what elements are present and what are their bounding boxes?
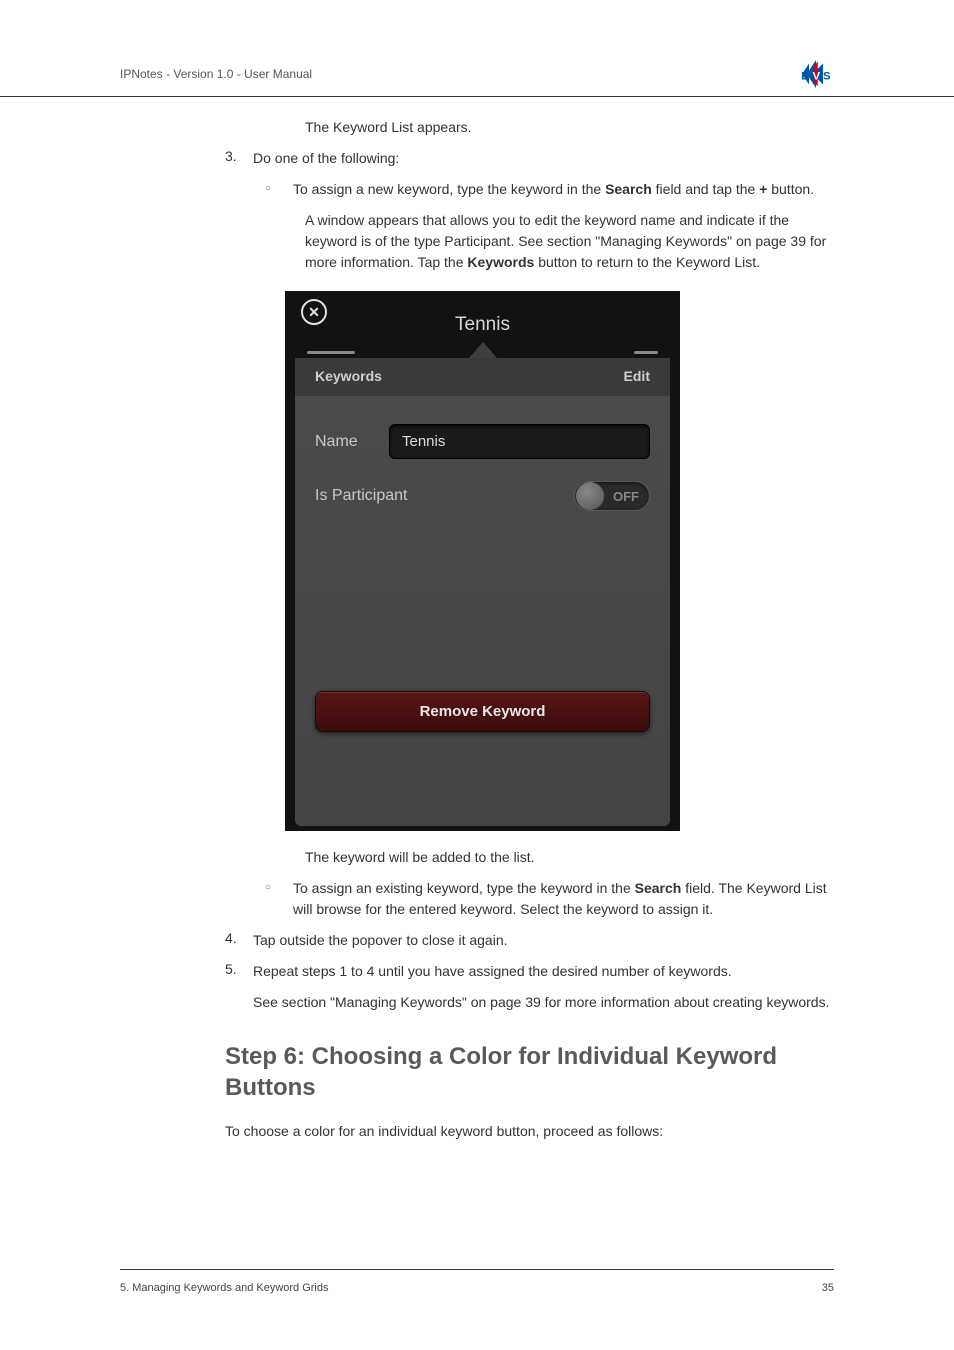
step-4: 4. Tap outside the popover to close it a… <box>225 930 834 951</box>
step-text: Tap outside the popover to close it agai… <box>253 930 834 951</box>
header-product: IPNotes - Version 1.0 - User Manual <box>120 67 312 81</box>
intro-text: The Keyword List appears. <box>305 117 834 138</box>
page-header: IPNotes - Version 1.0 - User Manual E V … <box>0 0 954 97</box>
bullet-marker: ○ <box>265 179 293 200</box>
name-input[interactable]: Tennis <box>389 424 650 459</box>
footer-page: 35 <box>822 1282 834 1294</box>
footer-section: 5. Managing Keywords and Keyword Grids <box>120 1282 329 1294</box>
step-text: Do one of the following: <box>253 148 834 169</box>
step-3: 3. Do one of the following: <box>225 148 834 169</box>
toggle-knob <box>576 482 604 510</box>
step3-after-img: The keyword will be added to the list. <box>305 847 834 868</box>
step6-intro: To choose a color for an individual keyw… <box>225 1121 834 1142</box>
tab-bar: Keywords Edit <box>295 358 670 396</box>
participant-row: Is Participant OFF <box>315 481 650 511</box>
svg-text:V: V <box>813 70 821 82</box>
step6-heading: Step 6: Choosing a Color for Individual … <box>225 1041 834 1103</box>
step-text: Repeat steps 1 to 4 until you have assig… <box>253 961 834 982</box>
popover-title: Tennis <box>290 296 675 338</box>
participant-label: Is Participant <box>315 487 407 505</box>
evs-logo-icon: E V S <box>798 60 834 88</box>
keyword-popover: ✕ Tennis Keywords Edit Name Tennis Is Pa… <box>285 291 680 831</box>
remove-keyword-button[interactable]: Remove Keyword <box>315 691 650 732</box>
step3-bullet1: ○ To assign a new keyword, type the keyw… <box>265 179 834 200</box>
edit-panel: Name Tennis Is Participant OFF Remove Ke… <box>295 396 670 826</box>
step3-para2: A window appears that allows you to edit… <box>305 210 834 273</box>
step3-bullet2: ○ To assign an existing keyword, type th… <box>265 878 834 920</box>
popover-screenshot: ✕ Tennis Keywords Edit Name Tennis Is Pa… <box>285 291 834 831</box>
main-content: The Keyword List appears. 3. Do one of t… <box>0 117 954 1142</box>
tab-edit[interactable]: Edit <box>616 358 658 396</box>
svg-text:S: S <box>823 70 831 82</box>
step5-after: See section "Managing Keywords" on page … <box>253 992 834 1013</box>
svg-text:E: E <box>801 70 809 82</box>
step-num: 4. <box>225 930 253 951</box>
name-label: Name <box>315 433 389 451</box>
name-field-row: Name Tennis <box>315 424 650 459</box>
bullet-marker: ○ <box>265 878 293 920</box>
page-footer: 5. Managing Keywords and Keyword Grids 3… <box>120 1269 834 1294</box>
step-5: 5. Repeat steps 1 to 4 until you have as… <box>225 961 834 982</box>
bullet-text: To assign a new keyword, type the keywor… <box>293 179 834 200</box>
toggle-state: OFF <box>613 489 639 504</box>
popover-arrow-icon <box>469 342 497 358</box>
step-num: 5. <box>225 961 253 982</box>
bullet-text: To assign an existing keyword, type the … <box>293 878 834 920</box>
tab-keywords[interactable]: Keywords <box>307 358 390 396</box>
step-num: 3. <box>225 148 253 169</box>
close-icon[interactable]: ✕ <box>301 299 327 325</box>
participant-toggle[interactable]: OFF <box>574 481 650 511</box>
